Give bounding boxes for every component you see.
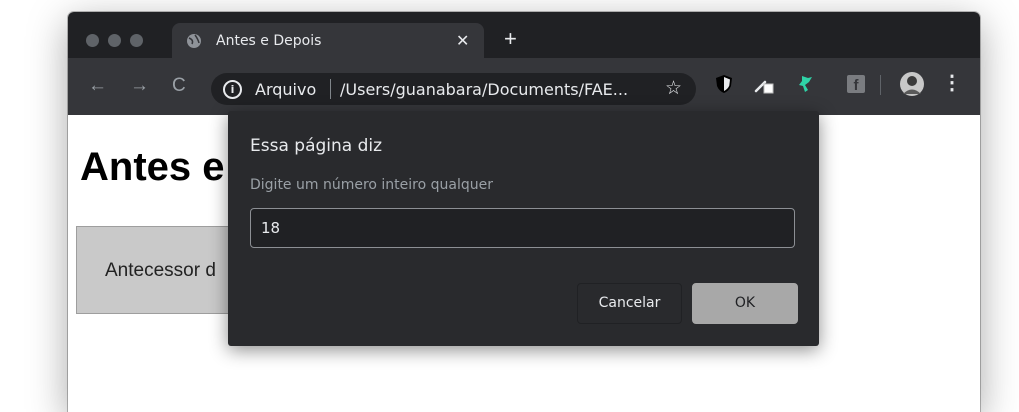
facebook-icon[interactable]: f — [846, 74, 866, 94]
globe-icon — [187, 34, 201, 48]
minimize-window-button[interactable] — [108, 34, 121, 47]
ok-button[interactable]: OK — [692, 283, 798, 324]
result-box-text: Antecessor d — [105, 260, 216, 281]
dialog-title: Essa página diz — [250, 136, 383, 156]
profile-avatar-icon[interactable] — [899, 71, 925, 97]
new-tab-button[interactable]: + — [504, 28, 517, 50]
tab-title: Antes e Depois — [216, 33, 322, 49]
back-icon[interactable]: ← — [88, 75, 107, 97]
address-bar[interactable]: i Arquivo /Users/guanabara/Documents/FAE… — [211, 73, 696, 105]
bookmark-star-icon[interactable]: ☆ — [665, 77, 682, 100]
close-window-button[interactable] — [86, 34, 99, 47]
prompt-input[interactable] — [250, 208, 795, 248]
info-icon[interactable]: i — [223, 80, 242, 99]
tab-antes-e-depois[interactable]: Antes e Depois ✕ — [172, 23, 484, 58]
reload-icon[interactable]: C — [172, 75, 186, 97]
omnibox-separator — [330, 79, 331, 99]
toolbar-divider — [880, 75, 881, 95]
shield-icon[interactable] — [714, 74, 734, 94]
page-heading: Antes e — [80, 145, 225, 189]
green-extension-icon[interactable] — [796, 74, 816, 94]
tab-bar: Antes e Depois ✕ + — [68, 12, 980, 58]
cancel-button[interactable]: Cancelar — [577, 283, 682, 324]
kebab-menu-icon[interactable]: ⋮ — [942, 72, 962, 94]
maximize-window-button[interactable] — [130, 34, 143, 47]
url-text[interactable]: /Users/guanabara/Documents/FAE... — [340, 80, 656, 99]
browser-toolbar: ← → C i Arquivo /Users/guanabara/Documen… — [68, 58, 980, 115]
prompt-dialog: Essa página diz Digite um número inteiro… — [228, 111, 819, 346]
close-tab-icon[interactable]: ✕ — [456, 31, 469, 51]
scheme-label: Arquivo — [255, 80, 317, 99]
eyedropper-icon[interactable] — [754, 74, 774, 94]
dialog-message: Digite um número inteiro qualquer — [250, 177, 493, 193]
forward-icon[interactable]: → — [130, 75, 149, 97]
